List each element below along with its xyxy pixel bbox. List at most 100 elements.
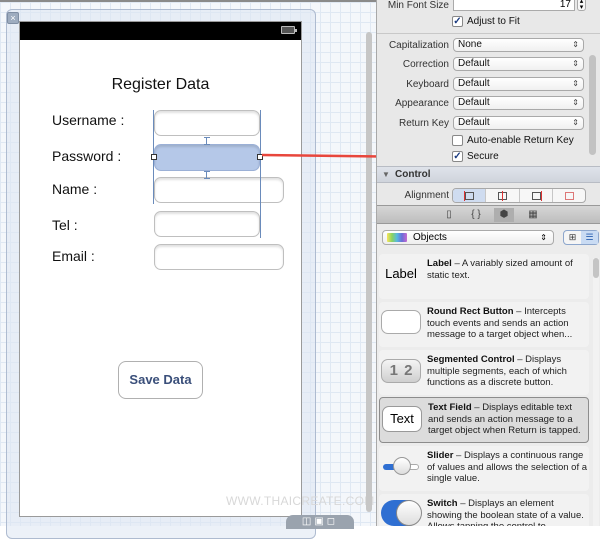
library-item-description: Text Field – Displays editable text and … (428, 402, 581, 436)
segmented-control-icon: 1 2 (381, 359, 421, 383)
library-item-text-field[interactable]: Text Text Field – Displays editable text… (379, 397, 589, 443)
library-item-description: Round Rect Button – Intercepts touch eve… (427, 306, 573, 340)
view-mode-toggle[interactable]: ⊞ ☰ (563, 230, 599, 245)
return-key-popup[interactable]: Default ⇕ (453, 116, 584, 130)
appearance-popup[interactable]: Default ⇕ (453, 96, 584, 110)
align-center-icon[interactable] (486, 189, 520, 202)
objects-filter-value: Objects (413, 232, 447, 243)
adjust-to-fit-label: Adjust to Fit (467, 16, 520, 27)
switch-icon (381, 500, 422, 526)
list-view-icon[interactable]: ☰ (581, 231, 598, 244)
chevron-updown-icon: ⇕ (572, 79, 579, 88)
slider-icon (381, 456, 421, 482)
watermark: WWW.THAICREATE.COM (226, 494, 375, 508)
auto-enable-return-key-label: Auto-enable Return Key (467, 135, 574, 146)
correction-value: Default (458, 58, 490, 69)
inspector-scrollbar[interactable] (589, 55, 596, 155)
canvas-scrollbar[interactable] (366, 32, 372, 512)
capitalization-value: None (458, 39, 482, 50)
library-item-description: Switch – Displays an element showing the… (427, 498, 584, 526)
min-font-size-stepper[interactable]: ▴ ▾ (577, 0, 586, 11)
resize-handle-right[interactable] (257, 154, 263, 160)
alignment-label: Alignment (404, 190, 449, 201)
email-label: Email : (52, 248, 95, 264)
inspector-panel: Min Font Size 17 ▴ ▾ ✓ Adjust to Fit Capi… (376, 0, 600, 526)
return-key-value: Default (458, 117, 490, 128)
correction-popup[interactable]: Default ⇕ (453, 57, 584, 71)
name-field[interactable] (154, 177, 284, 203)
alignment-segmented-control[interactable] (452, 188, 586, 203)
auto-enable-return-key-checkbox[interactable] (452, 135, 463, 146)
objects-filter-popup[interactable]: Objects ⇕ (382, 230, 554, 245)
min-font-size-label: Min Font Size (387, 0, 449, 11)
appearance-label: Appearance (395, 98, 449, 109)
spacing-indicator-bottom (204, 171, 210, 179)
alignment-guide-right (260, 110, 261, 238)
tel-field[interactable] (154, 211, 260, 237)
password-field[interactable] (154, 144, 260, 171)
chevron-updown-icon: ⇕ (572, 118, 579, 127)
password-label: Password : (52, 148, 122, 164)
capitalization-popup[interactable]: None ⇕ (453, 38, 584, 52)
keyboard-popup[interactable]: Default ⇕ (453, 77, 584, 91)
attributes-inspector: Min Font Size 17 ▴ ▾ ✓ Adjust to Fit Capi… (377, 0, 600, 205)
capitalization-label: Capitalization (388, 40, 449, 51)
correction-label: Correction (402, 59, 449, 70)
library-item-label[interactable]: Label Label – A variably sized amount of… (379, 254, 589, 299)
library-item-switch[interactable]: Switch – Displays an element showing the… (379, 494, 589, 526)
library-scrollbar[interactable] (593, 258, 599, 526)
text-field-icon: Text (382, 406, 422, 432)
username-label: Username : (52, 112, 125, 128)
username-field[interactable] (154, 110, 260, 136)
chevron-updown-icon: ⇕ (572, 59, 579, 68)
control-section-title: Control (395, 169, 431, 180)
library-item-slider[interactable]: Slider – Displays a continuous range of … (379, 446, 589, 491)
object-library-list: Label Label – A variably sized amount of… (377, 252, 591, 526)
storyboard-canvas[interactable]: × Register Data Username : Password : Na… (0, 0, 376, 539)
close-icon[interactable]: × (7, 12, 19, 24)
align-right-icon[interactable] (520, 189, 553, 202)
align-left-icon[interactable] (453, 189, 487, 202)
screen-title: Register Data (111, 76, 210, 93)
library-scroll-thumb[interactable] (593, 258, 599, 278)
object-library-icon[interactable]: ⬢ (494, 208, 514, 222)
round-rect-button-icon (381, 310, 421, 334)
chevron-updown-icon: ⇕ (572, 98, 579, 107)
secure-checkbox[interactable]: ✓ (452, 151, 463, 162)
library-item-round-rect-button[interactable]: Round Rect Button – Intercepts touch eve… (379, 302, 589, 347)
objects-color-icon (387, 233, 407, 242)
library-item-description: Slider – Displays a continuous range of … (427, 450, 588, 484)
save-data-button[interactable]: Save Data (118, 361, 203, 399)
divider (377, 33, 600, 34)
library-item-description: Segmented Control – Displays multiple se… (427, 354, 567, 388)
resize-handle-left[interactable] (151, 154, 157, 160)
label-icon: Label (385, 266, 417, 281)
chevron-updown-icon: ⇕ (572, 40, 579, 49)
media-library-icon[interactable]: ▦ (523, 208, 543, 222)
secure-label: Secure (467, 151, 499, 162)
library-item-segmented-control[interactable]: 1 2 Segmented Control – Displays multipl… (379, 350, 589, 395)
appearance-value: Default (458, 97, 490, 108)
chevron-updown-icon: ⇕ (540, 233, 547, 242)
control-section-header[interactable]: ▼ Control (377, 166, 600, 183)
battery-icon (281, 26, 297, 34)
email-field[interactable] (154, 244, 284, 270)
library-tab-bar: ▯ { } ⬢ ▦ (377, 205, 600, 224)
min-font-size-field[interactable]: 17 (453, 0, 575, 11)
adjust-to-fit-checkbox[interactable]: ✓ (452, 16, 463, 27)
status-bar (20, 22, 301, 40)
keyboard-value: Default (458, 78, 490, 89)
keyboard-label: Keyboard (406, 79, 449, 90)
code-snippet-icon[interactable]: { } (466, 208, 486, 222)
disclosure-triangle-icon: ▼ (382, 170, 390, 179)
spacing-indicator-top (204, 137, 210, 145)
zoom-controls[interactable]: ◫▣◻ (286, 515, 354, 529)
name-label: Name : (52, 181, 98, 197)
grid-view-icon[interactable]: ⊞ (564, 231, 581, 244)
tel-label: Tel : (52, 217, 78, 233)
file-template-icon[interactable]: ▯ (439, 208, 459, 222)
library-item-description: Label – A variably sized amount of stati… (427, 258, 573, 281)
iphone-view[interactable]: Register Data Username : Password : Name… (19, 21, 302, 517)
align-fill-icon[interactable] (553, 189, 585, 202)
return-key-label: Return Key (398, 118, 449, 129)
